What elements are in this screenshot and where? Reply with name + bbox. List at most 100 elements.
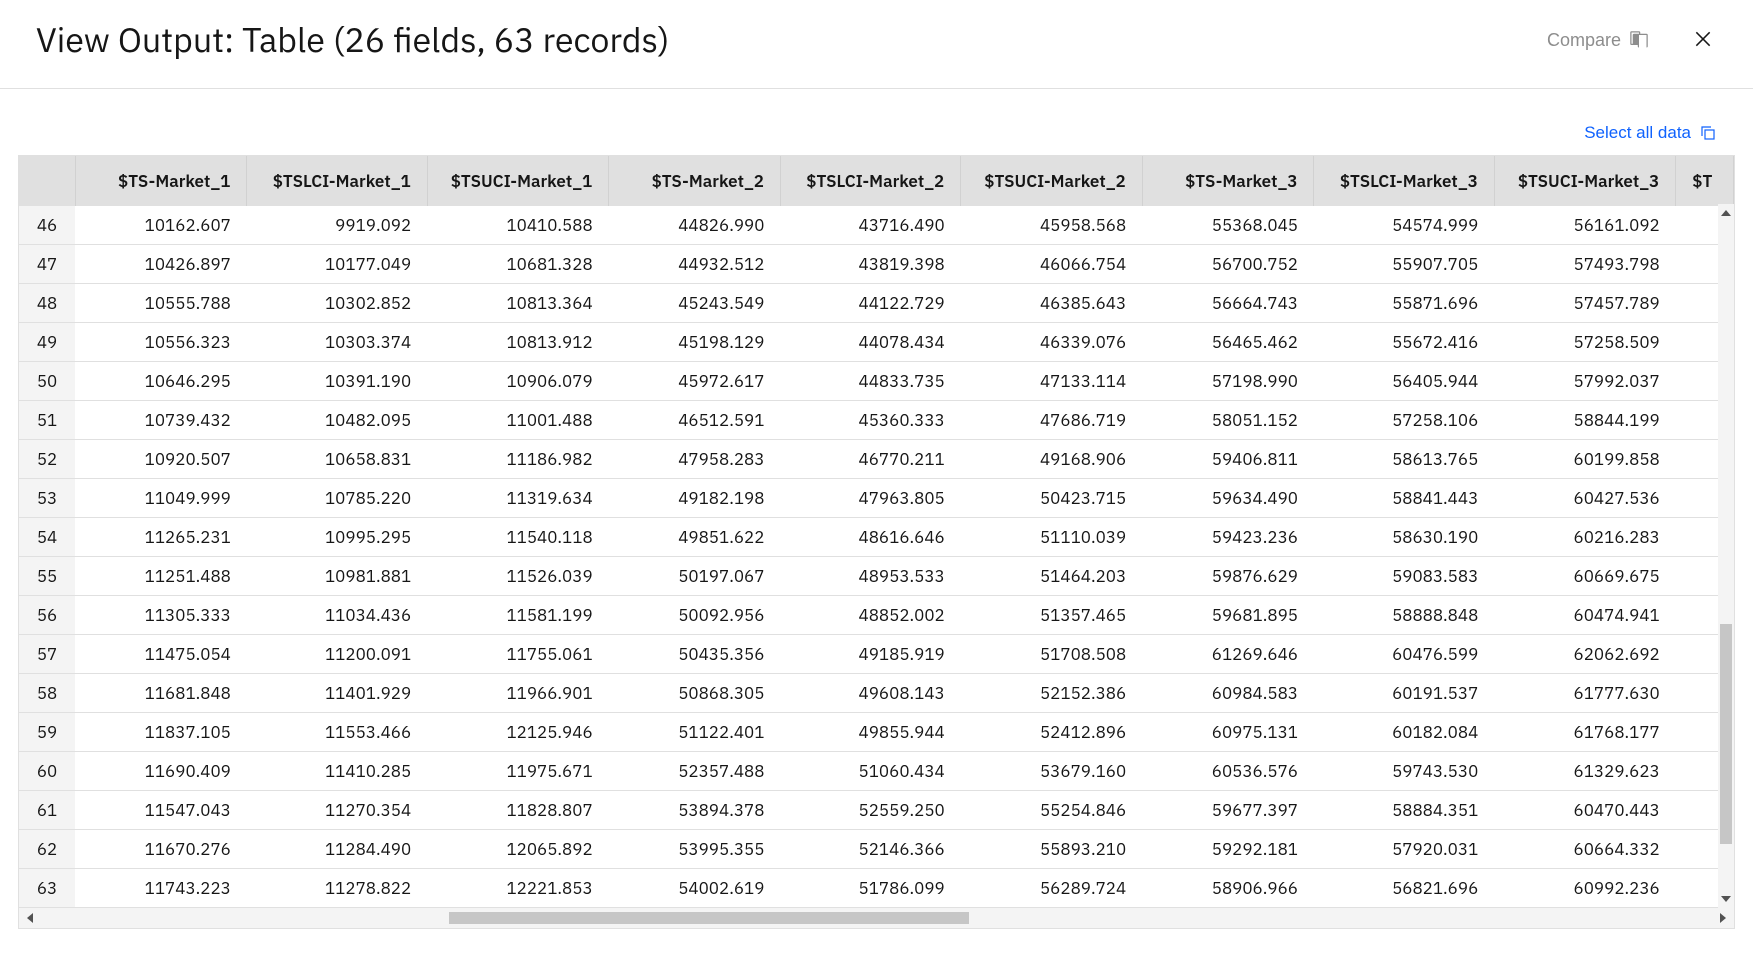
table-row[interactable]: 5511251.48810981.88111526.03950197.06748… (19, 557, 1734, 596)
horizontal-scrollbar[interactable] (19, 908, 1734, 928)
cell: 57258.106 (1314, 401, 1494, 440)
cell: 56700.752 (1142, 245, 1314, 284)
cell: 59423.236 (1142, 518, 1314, 557)
table-row[interactable]: 5210920.50710658.83111186.98247958.28346… (19, 440, 1734, 479)
cell: 52357.488 (609, 752, 781, 791)
cell: 60474.941 (1494, 596, 1675, 635)
table-row[interactable]: 4910556.32310303.37410813.91245198.12944… (19, 323, 1734, 362)
vertical-scroll-thumb[interactable] (1720, 624, 1732, 844)
table-row[interactable]: 5110739.43210482.09511001.48846512.59145… (19, 401, 1734, 440)
cell: 44826.990 (609, 206, 781, 245)
cell: 48953.533 (780, 557, 960, 596)
cell: 58884.351 (1314, 791, 1494, 830)
table-scroll-x[interactable]: $TS-Market_1$TSLCI-Market_1$TSUCI-Market… (19, 156, 1734, 908)
scroll-down-arrow-icon[interactable] (1721, 896, 1731, 902)
cell: 52146.366 (780, 830, 960, 869)
cell: 61768.177 (1494, 713, 1675, 752)
cell: 10681.328 (427, 245, 608, 284)
cell: 60664.332 (1494, 830, 1675, 869)
column-header[interactable]: $TSLCI-Market_1 (247, 156, 427, 206)
row-number: 49 (19, 323, 75, 362)
column-header[interactable]: $TS-Market_2 (609, 156, 781, 206)
cell: 45198.129 (609, 323, 781, 362)
cell: 47686.719 (961, 401, 1142, 440)
cell: 10303.374 (247, 323, 427, 362)
table-row[interactable]: 4810555.78810302.85210813.36445243.54944… (19, 284, 1734, 323)
cell: 11034.436 (247, 596, 427, 635)
cell: 11186.982 (427, 440, 608, 479)
cell: 60536.576 (1142, 752, 1314, 791)
scroll-right-arrow-icon[interactable] (1720, 913, 1726, 923)
copy-icon (1699, 124, 1717, 142)
column-header[interactable]: $TS-Market_1 (75, 156, 247, 206)
row-number: 58 (19, 674, 75, 713)
row-number: 52 (19, 440, 75, 479)
table-row[interactable]: 5911837.10511553.46612125.94651122.40149… (19, 713, 1734, 752)
table-row[interactable]: 4710426.89710177.04910681.32844932.51243… (19, 245, 1734, 284)
scroll-left-arrow-icon[interactable] (27, 913, 33, 923)
cell: 55254.846 (961, 791, 1142, 830)
cell: 11743.223 (75, 869, 247, 908)
cell: 11284.490 (247, 830, 427, 869)
column-header[interactable]: $TSLCI-Market_2 (780, 156, 960, 206)
cell: 44833.735 (780, 362, 960, 401)
cell: 52412.896 (961, 713, 1142, 752)
vertical-scrollbar[interactable] (1718, 204, 1734, 908)
horizontal-scroll-thumb[interactable] (449, 912, 969, 924)
cell: 56161.092 (1494, 206, 1675, 245)
cell: 11270.354 (247, 791, 427, 830)
scroll-up-arrow-icon[interactable] (1721, 210, 1731, 216)
cell: 11755.061 (427, 635, 608, 674)
table-row[interactable]: 4610162.6079919.09210410.58844826.990437… (19, 206, 1734, 245)
column-header[interactable]: $TSUCI-Market_2 (961, 156, 1142, 206)
table-row[interactable]: 5811681.84811401.92911966.90150868.30549… (19, 674, 1734, 713)
cell: 60199.858 (1494, 440, 1675, 479)
column-header[interactable]: $TSLCI-Market_3 (1314, 156, 1494, 206)
cell: 46339.076 (961, 323, 1142, 362)
cell: 10813.912 (427, 323, 608, 362)
table-row[interactable]: 6211670.27611284.49012065.89253995.35552… (19, 830, 1734, 869)
cell: 57920.031 (1314, 830, 1494, 869)
cell: 58613.765 (1314, 440, 1494, 479)
cell: 12221.853 (427, 869, 608, 908)
cell: 11305.333 (75, 596, 247, 635)
row-number: 54 (19, 518, 75, 557)
cell: 11540.118 (427, 518, 608, 557)
table-row[interactable]: 5611305.33311034.43611581.19950092.95648… (19, 596, 1734, 635)
cell: 49182.198 (609, 479, 781, 518)
cell: 57493.798 (1494, 245, 1675, 284)
table-row[interactable]: 5311049.99910785.22011319.63449182.19847… (19, 479, 1734, 518)
table-row[interactable]: 6311743.22311278.82212221.85354002.61951… (19, 869, 1734, 908)
cell: 43716.490 (780, 206, 960, 245)
table-row[interactable]: 5010646.29510391.19010906.07945972.61744… (19, 362, 1734, 401)
table-row[interactable]: 5711475.05411200.09111755.06150435.35649… (19, 635, 1734, 674)
compare-icon (1629, 30, 1649, 50)
table-row[interactable]: 6111547.04311270.35411828.80753894.37852… (19, 791, 1734, 830)
cell: 60992.236 (1494, 869, 1675, 908)
cell: 11001.488 (427, 401, 608, 440)
cell: 10995.295 (247, 518, 427, 557)
column-header[interactable]: $TSUCI-Market_3 (1494, 156, 1675, 206)
cell: 59292.181 (1142, 830, 1314, 869)
compare-button[interactable]: Compare (1547, 30, 1649, 51)
cell: 54574.999 (1314, 206, 1494, 245)
cell: 11581.199 (427, 596, 608, 635)
column-header[interactable]: $T (1676, 156, 1734, 206)
cell: 60182.084 (1314, 713, 1494, 752)
cell: 49851.622 (609, 518, 781, 557)
column-header[interactable]: $TS-Market_3 (1142, 156, 1314, 206)
column-header[interactable]: $TSUCI-Market_1 (427, 156, 608, 206)
cell: 56405.944 (1314, 362, 1494, 401)
cell: 49855.944 (780, 713, 960, 752)
table-row[interactable]: 6011690.40911410.28511975.67152357.48851… (19, 752, 1734, 791)
cell: 55893.210 (961, 830, 1142, 869)
table-row[interactable]: 5411265.23110995.29511540.11849851.62248… (19, 518, 1734, 557)
row-number: 59 (19, 713, 75, 752)
cell: 12065.892 (427, 830, 608, 869)
select-all-button[interactable]: Select all data (1584, 123, 1717, 143)
close-button[interactable] (1689, 25, 1717, 56)
cell: 53894.378 (609, 791, 781, 830)
cell: 10482.095 (247, 401, 427, 440)
cell: 52559.250 (780, 791, 960, 830)
cell: 45243.549 (609, 284, 781, 323)
